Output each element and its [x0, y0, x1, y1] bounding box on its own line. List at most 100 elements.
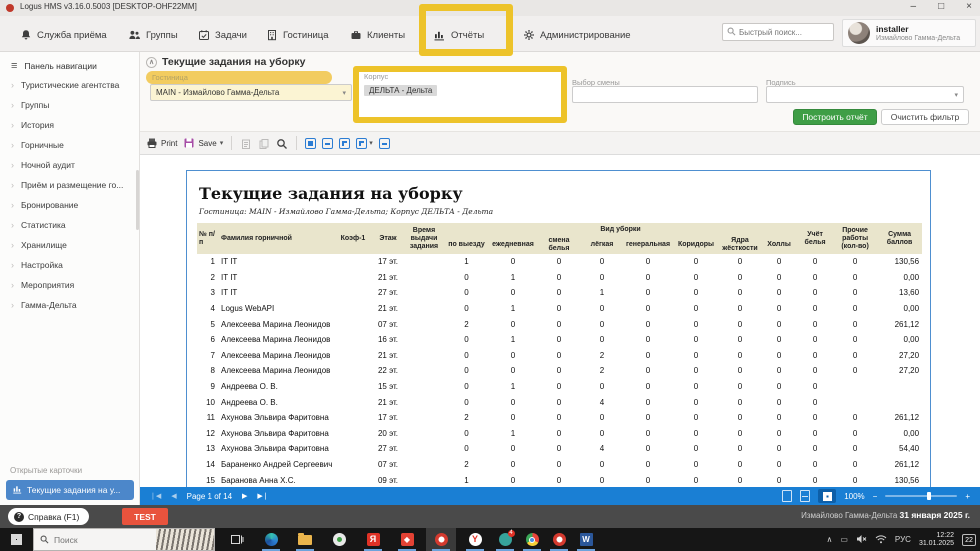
notifications-icon[interactable]: 22: [962, 533, 976, 546]
volume-muted-icon[interactable]: [856, 531, 867, 549]
wifi-icon[interactable]: [875, 531, 887, 549]
build-report-button[interactable]: Построить отчёт: [793, 109, 877, 125]
zoom-in-button[interactable]: +: [965, 492, 970, 501]
previous-page-button[interactable]: ◀: [171, 492, 176, 500]
table-cell: 0: [852, 257, 858, 267]
quick-search-box[interactable]: [722, 23, 834, 41]
next-page-button[interactable]: ▶: [242, 492, 247, 500]
zoom-slider-thumb[interactable]: [927, 492, 932, 500]
table-cell: 0: [812, 272, 818, 282]
table-cell: 0: [812, 304, 818, 314]
hotel-select[interactable]: MAIN - Измайлово Гамма-Дельта ▾: [150, 84, 352, 101]
tab-clients[interactable]: Клиенты: [350, 24, 405, 46]
minimize-button[interactable]: –: [911, 0, 917, 14]
sidebar-item[interactable]: › История: [0, 115, 139, 135]
last-page-button[interactable]: ▶❘: [257, 492, 268, 500]
taskbar-search-input[interactable]: [54, 534, 134, 545]
two-page-view-icon[interactable]: [378, 137, 390, 149]
table-cell: [334, 332, 372, 348]
yandex-browser-icon[interactable]: Я: [358, 528, 388, 551]
tray-chevron-icon[interactable]: ∧: [827, 535, 833, 544]
continuous-view-icon[interactable]: [800, 490, 811, 502]
collapse-panel-icon[interactable]: ∧: [146, 56, 157, 68]
zoom-slider[interactable]: [885, 492, 958, 500]
sidebar-item[interactable]: › Мероприятия: [0, 275, 139, 295]
file-explorer-icon[interactable]: [290, 528, 320, 551]
help-button[interactable]: ? Справка (F1): [8, 508, 90, 525]
settings-circle-icon[interactable]: [324, 528, 354, 551]
col-header: Время выдачи задания: [404, 223, 444, 254]
first-page-button[interactable]: ❘◀: [150, 492, 161, 500]
table-cell: 0: [645, 335, 651, 345]
yandex-y-icon[interactable]: Y: [460, 528, 490, 551]
multi-page-view-icon[interactable]: [818, 489, 837, 503]
filter-panel-title: Текущие задания на уборку: [162, 56, 306, 68]
sidebar-item[interactable]: › Туристические агентства: [0, 75, 139, 95]
chrome-icon[interactable]: [517, 528, 547, 551]
fit-width-icon[interactable]: [322, 137, 334, 149]
sidebar-item[interactable]: › Ночной аудит: [0, 155, 139, 175]
signature-select[interactable]: ▾: [766, 86, 964, 103]
task-view-icon[interactable]: [222, 528, 252, 551]
user-menu[interactable]: installer Измайлово Гамма-Дельта: [842, 19, 976, 47]
table-cell: 0: [464, 335, 469, 345]
test-environment-badge[interactable]: TEST: [122, 508, 168, 525]
table-row: 7 Алексеева Марина Леонидов 21 эт. 0 0 0…: [197, 348, 922, 364]
reports-chart-icon: [433, 29, 446, 41]
sidebar-item[interactable]: › Бронирование: [0, 195, 139, 215]
battery-icon[interactable]: ▭: [840, 535, 848, 544]
sidebar-item[interactable]: › Хранилище: [0, 235, 139, 255]
sidebar-scrollbar[interactable]: [136, 170, 139, 230]
thumbnails-icon[interactable]: [339, 137, 351, 149]
print-button[interactable]: Print: [146, 137, 177, 149]
red-diamond-app-icon[interactable]: ◆: [392, 528, 422, 551]
tab-front-desk[interactable]: Служба приёма: [20, 24, 107, 46]
korpus-selected-chip[interactable]: ДЕЛЬТА - Дельта: [364, 85, 438, 96]
single-page-view-icon[interactable]: [782, 490, 793, 502]
zoom-out-button[interactable]: −: [873, 492, 878, 501]
maximize-button[interactable]: □: [938, 0, 944, 14]
start-button[interactable]: [0, 528, 33, 551]
tab-groups[interactable]: Группы: [128, 24, 178, 46]
language-indicator[interactable]: РУС: [895, 535, 911, 544]
close-button[interactable]: ×: [966, 0, 972, 14]
table-cell: 17 эт.: [377, 257, 399, 267]
table-cell: 0: [776, 335, 782, 345]
tab-reports[interactable]: Отчёты: [433, 24, 484, 46]
report-viewer[interactable]: Текущие задания на уборку Гостиница: MAI…: [140, 155, 980, 487]
zoom-search-icon[interactable]: [276, 137, 288, 149]
table-cell: 0: [776, 350, 782, 360]
report-viewer-toolbar: Print Save ▾ ▾: [140, 132, 980, 155]
table-cell: [334, 301, 372, 317]
shift-input[interactable]: [572, 86, 758, 103]
sidebar-item[interactable]: › Настройка: [0, 255, 139, 275]
table-cell: 0: [645, 397, 651, 407]
taskbar-clock[interactable]: 12:22 31.01.2025: [919, 532, 954, 548]
teal-messenger-icon[interactable]: [490, 528, 520, 551]
save-button[interactable]: Save ▾: [183, 137, 223, 149]
open-card-current-report[interactable]: Текущие задания на у...: [6, 480, 134, 500]
sidebar-item[interactable]: › Группы: [0, 95, 139, 115]
page-layout-icon[interactable]: [356, 137, 368, 149]
quick-search-input[interactable]: [739, 27, 825, 37]
logus-app-icon[interactable]: [426, 528, 456, 551]
tab-hotel[interactable]: Гостиница: [266, 24, 328, 46]
sidebar-item[interactable]: › Приём и размещение го...: [0, 175, 139, 195]
table-cell: Алексеева Марина Леонидов: [221, 350, 331, 360]
sidebar-item[interactable]: › Горничные: [0, 135, 139, 155]
sidebar-item[interactable]: › Гамма-Дельта: [0, 295, 139, 315]
tab-administration[interactable]: Администрирование: [523, 24, 631, 46]
taskbar-search[interactable]: [33, 528, 215, 551]
edge-icon[interactable]: [256, 528, 286, 551]
clear-filter-button[interactable]: Очистить фильтр: [881, 109, 969, 125]
word-icon[interactable]: W: [571, 528, 601, 551]
logus-app-icon-2[interactable]: [544, 528, 574, 551]
table-cell: IT IT: [221, 272, 238, 282]
fit-page-icon[interactable]: [305, 137, 317, 149]
tab-tasks[interactable]: Задачи: [198, 24, 247, 46]
sidebar-item[interactable]: › Статистика: [0, 215, 139, 235]
table-cell: 0: [737, 319, 743, 329]
sidebar-header[interactable]: ≡ Панель навигации: [0, 52, 139, 75]
table-cell: 0: [599, 272, 605, 282]
table-cell: 0: [812, 257, 818, 267]
